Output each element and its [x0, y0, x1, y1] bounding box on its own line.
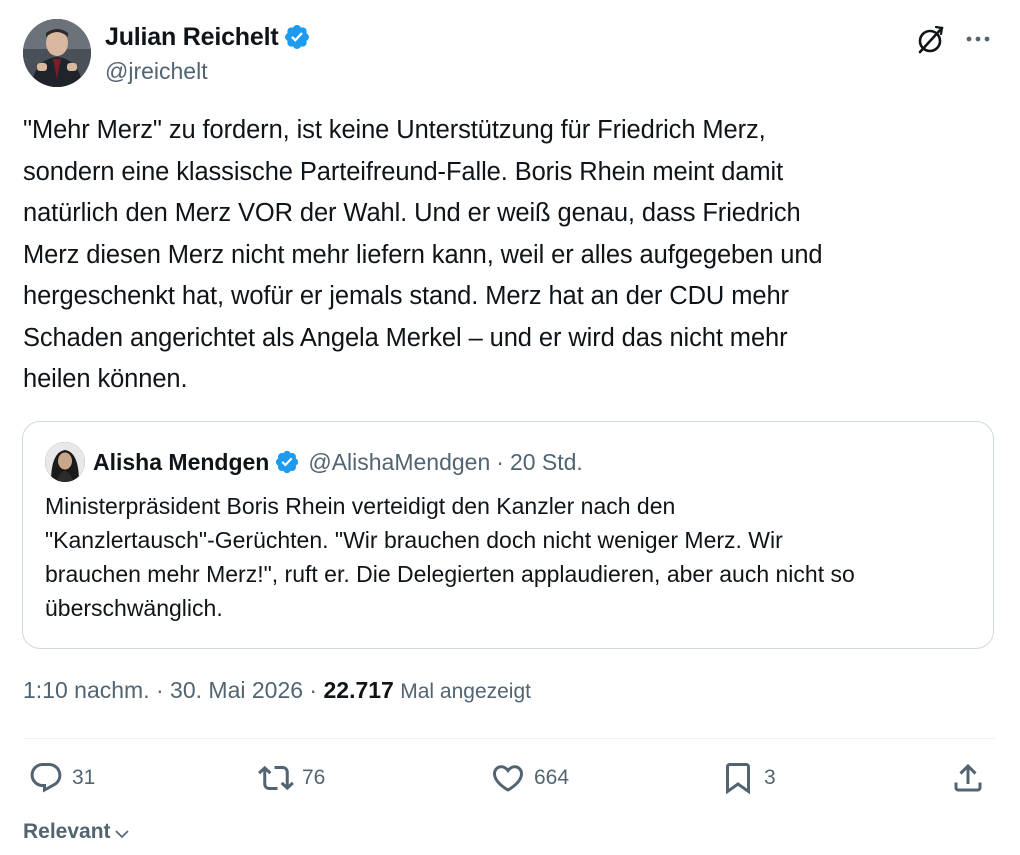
repost-count: 76: [302, 766, 326, 789]
sort-label: Relevant: [23, 820, 111, 843]
tweet-meta: 1:10 nachm. · 30. Mai 2026 · 22.717 Mal …: [23, 677, 531, 704]
quoted-author-handle[interactable]: @AlishaMendgen: [308, 449, 490, 476]
tweet-text: "Mehr Merz" zu fordern, ist keine Unters…: [23, 116, 823, 393]
bookmark-icon: [726, 763, 750, 795]
author-name-row: Julian Reichelt: [105, 20, 311, 54]
like-button[interactable]: 664: [490, 760, 569, 796]
quoted-separator: ·: [496, 448, 504, 475]
meta-separator: ·: [309, 677, 318, 703]
verified-badge-icon: [285, 25, 310, 49]
author-display-name[interactable]: Julian Reichelt: [105, 20, 279, 54]
share-icon: [954, 763, 982, 792]
reply-count: 31: [72, 766, 96, 789]
views-label: Mal angezeigt: [400, 680, 531, 703]
bookmark-button[interactable]: 3: [720, 760, 776, 796]
meta-separator: ·: [155, 677, 164, 703]
repost-icon: [258, 765, 294, 791]
quoted-timestamp[interactable]: 20 Std.: [510, 449, 583, 476]
tweet-time[interactable]: 1:10 nachm.: [23, 677, 150, 703]
divider: [23, 738, 995, 739]
tweet-header: Julian Reichelt @jreichelt: [23, 18, 998, 90]
quoted-author-avatar[interactable]: [45, 442, 85, 482]
like-count: 664: [534, 766, 570, 789]
quoted-author-display-name[interactable]: Alisha Mendgen: [93, 449, 269, 476]
repost-button[interactable]: 76: [258, 760, 325, 796]
reply-button[interactable]: 31: [28, 760, 95, 796]
quoted-tweet-header: Alisha Mendgen @AlishaMendgen · 20 Std.: [45, 442, 583, 482]
verified-badge-icon: [276, 450, 299, 474]
share-button[interactable]: [950, 760, 986, 796]
sort-dropdown[interactable]: Relevant: [23, 820, 131, 844]
views-count: 22.717: [323, 677, 394, 703]
bookmark-count: 3: [764, 766, 776, 789]
grok-icon[interactable]: [914, 24, 946, 56]
reply-icon: [30, 763, 62, 793]
quoted-tweet-card[interactable]: Alisha Mendgen @AlishaMendgen · 20 Std. …: [22, 421, 994, 649]
author-avatar[interactable]: [23, 19, 91, 87]
quoted-tweet-text: Ministerpräsident Boris Rhein verteidigt…: [45, 493, 855, 621]
tweet-date[interactable]: 30. Mai 2026: [170, 677, 303, 703]
heart-icon: [492, 765, 524, 792]
author-handle[interactable]: @jreichelt: [105, 56, 208, 86]
more-icon[interactable]: [963, 24, 993, 54]
chevron-down-icon: [114, 830, 129, 839]
